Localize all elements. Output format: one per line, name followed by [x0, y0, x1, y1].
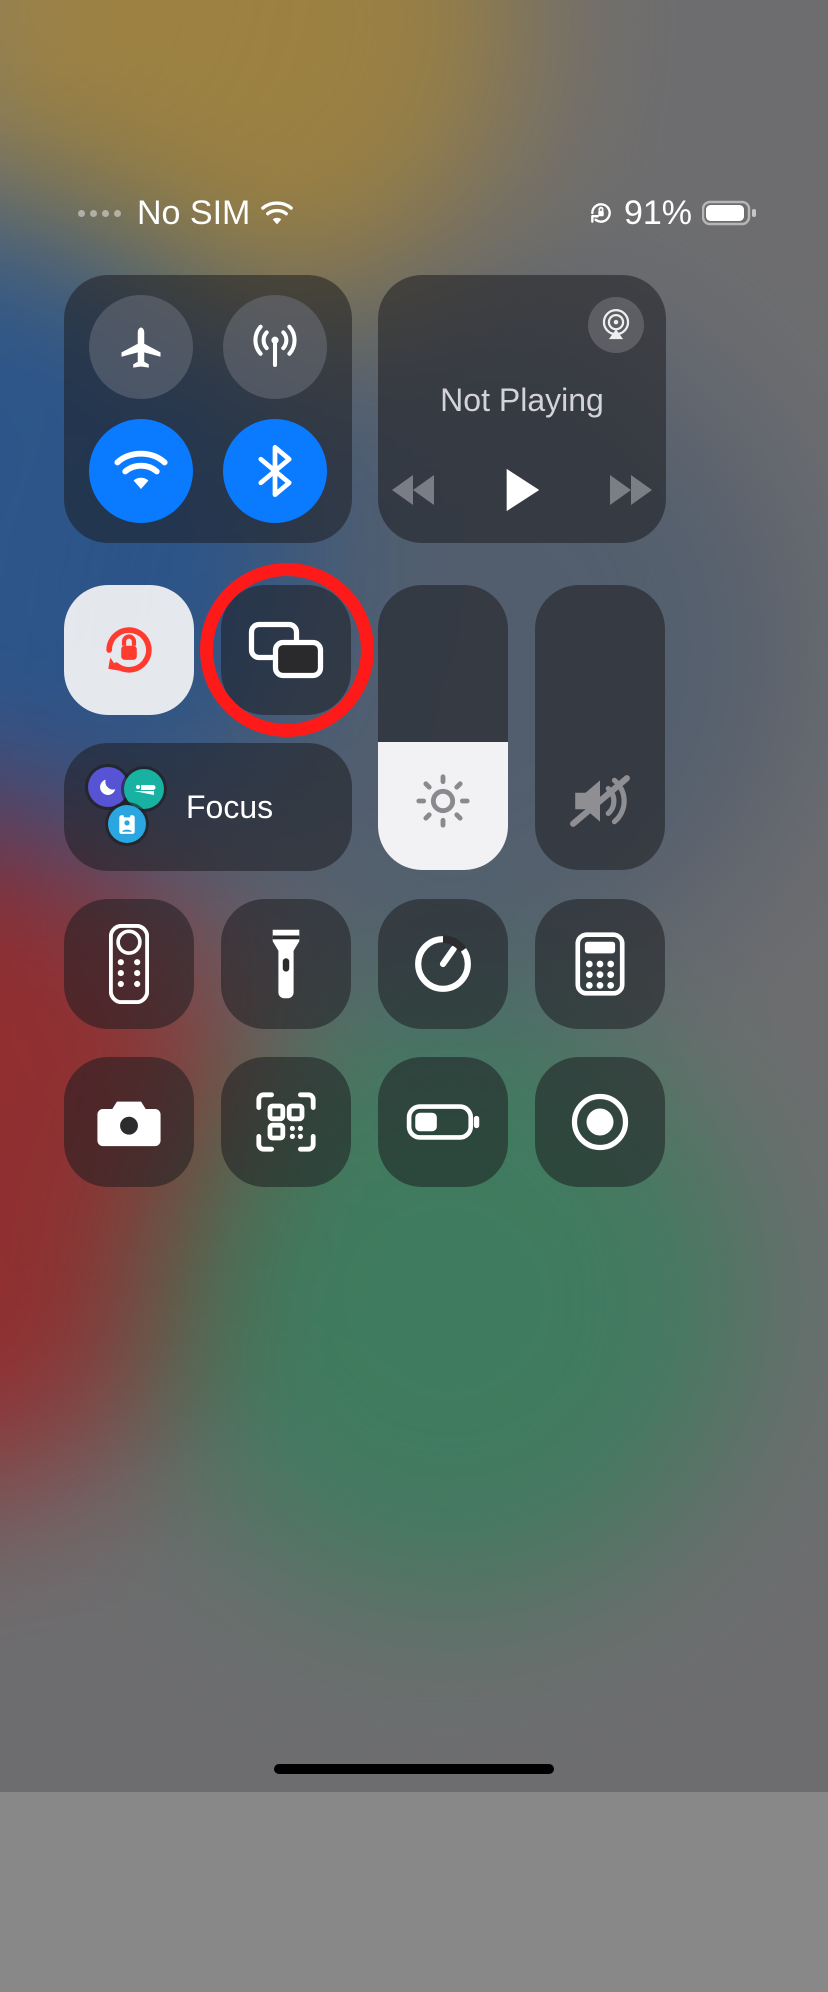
low-power-mode-button[interactable] [378, 1057, 508, 1187]
orientation-lock-icon [95, 616, 163, 684]
home-indicator [274, 1764, 554, 1774]
apple-tv-remote-icon [109, 924, 149, 1004]
focus-label: Focus [186, 789, 273, 826]
camera-button[interactable] [64, 1057, 194, 1187]
screen-mirroring-icon [247, 620, 325, 680]
airplane-icon [115, 321, 167, 373]
focus-mode-icons [86, 767, 166, 847]
low-power-mode-icon [406, 1103, 480, 1141]
airplay-icon [599, 308, 633, 342]
wifi-toggle[interactable] [89, 419, 193, 523]
orientation-lock-button[interactable] [64, 585, 194, 715]
timer-button[interactable] [378, 899, 508, 1029]
wifi-status-icon [260, 200, 294, 226]
bluetooth-icon [258, 445, 292, 497]
carrier-label: No SIM [137, 194, 250, 233]
cellular-antenna-icon [248, 320, 302, 374]
cellular-signal-icon [78, 210, 121, 217]
brightness-slider[interactable] [378, 585, 508, 870]
cellular-data-toggle[interactable] [223, 295, 327, 399]
status-bar: No SIM 91% [0, 188, 828, 238]
apple-tv-remote-button[interactable] [64, 899, 194, 1029]
calculator-icon [575, 932, 625, 996]
battery-percent-label: 91% [624, 194, 692, 233]
screen-record-icon [570, 1092, 630, 1152]
media-controls-panel[interactable]: Not Playing [378, 275, 666, 543]
moon-icon [88, 767, 128, 807]
forward-button[interactable] [607, 475, 655, 505]
forward-icon [607, 475, 655, 505]
play-button[interactable] [501, 467, 543, 513]
calculator-button[interactable] [535, 899, 665, 1029]
airplane-mode-toggle[interactable] [89, 295, 193, 399]
flashlight-icon [267, 926, 305, 1002]
sun-icon [414, 772, 472, 830]
rewind-icon [389, 475, 437, 505]
bluetooth-toggle[interactable] [223, 419, 327, 523]
battery-icon [702, 200, 758, 226]
focus-button[interactable]: Focus [64, 743, 352, 871]
timer-icon [412, 933, 474, 995]
id-badge-icon [108, 805, 146, 843]
now-playing-label: Not Playing [440, 382, 604, 419]
speaker-mute-icon [569, 772, 631, 830]
airplay-button[interactable] [588, 297, 644, 353]
flashlight-button[interactable] [221, 899, 351, 1029]
bed-icon [124, 769, 164, 809]
rewind-button[interactable] [389, 475, 437, 505]
wifi-icon [114, 450, 168, 492]
screen-mirroring-button[interactable] [221, 585, 351, 715]
camera-icon [95, 1096, 163, 1148]
qr-scanner-icon [254, 1090, 318, 1154]
qr-scanner-button[interactable] [221, 1057, 351, 1187]
screen-record-button[interactable] [535, 1057, 665, 1187]
volume-slider[interactable] [535, 585, 665, 870]
play-icon [501, 467, 543, 513]
connectivity-group[interactable] [64, 275, 352, 543]
orientation-lock-status-icon [588, 200, 614, 226]
